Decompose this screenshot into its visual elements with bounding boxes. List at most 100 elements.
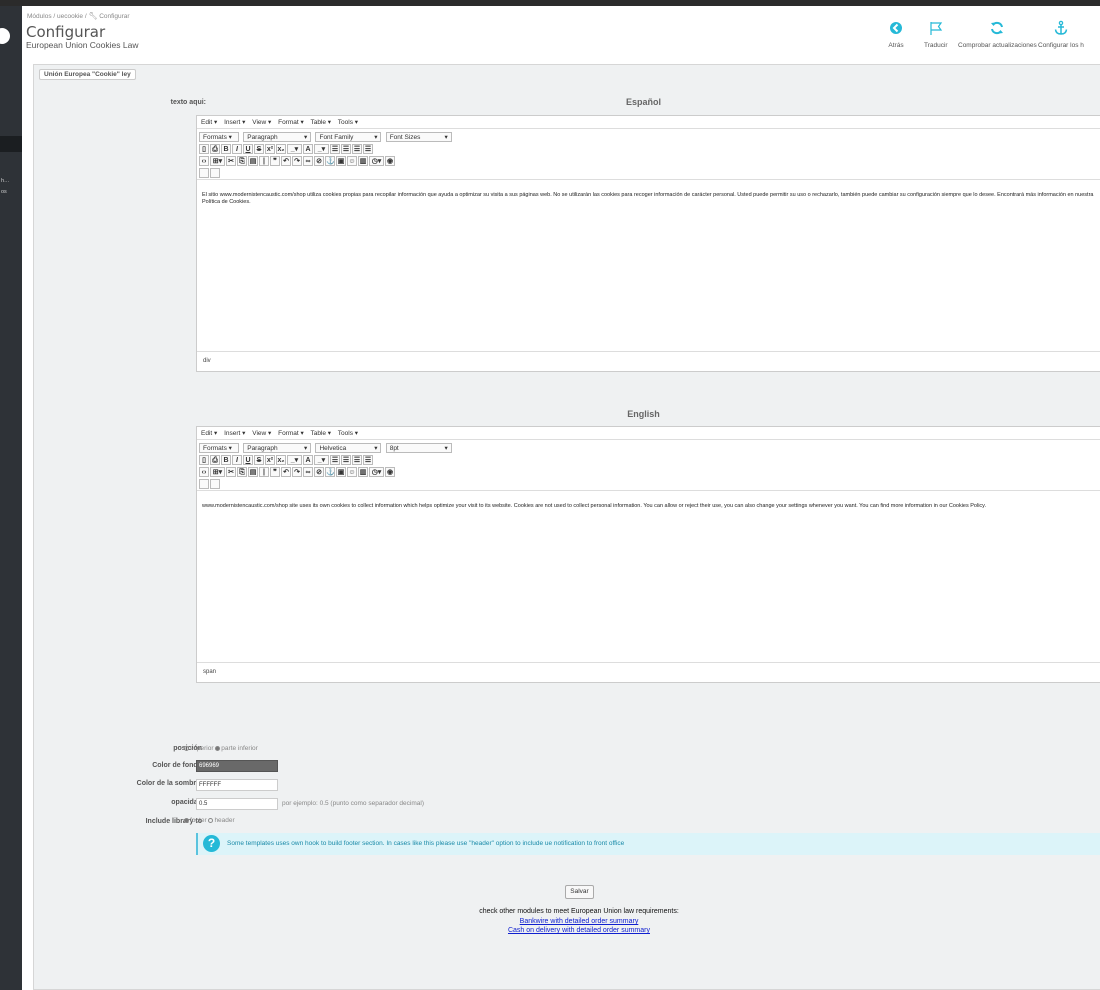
menu-view[interactable]: View ▾ [252,119,271,126]
position-inferior-radio[interactable] [215,745,221,751]
media-icon[interactable]: ▥ [358,467,368,477]
menu-table[interactable]: Table ▾ [310,430,331,437]
indent-icon[interactable]: ☰ [363,144,373,154]
indent-icon[interactable]: ☰ [363,455,373,465]
unlink-icon[interactable]: ⊘ [314,467,324,477]
sidebar-item-1[interactable]: h… [1,178,22,184]
redo-icon[interactable]: ↷ [292,156,302,166]
save-button[interactable]: Salvar [565,885,594,899]
include-footer-radio[interactable] [184,817,189,823]
editor-content-en[interactable]: www.modernistencaustic.com/shop site use… [197,490,1100,662]
time-icon[interactable]: ◷▾ [369,156,384,166]
sidebar-active-item[interactable] [0,136,22,152]
formats-dropdown[interactable]: Formats ▾ [199,132,239,142]
superscript-icon[interactable]: x² [265,455,275,465]
cut-icon[interactable]: ✂ [226,467,236,477]
menu-tools[interactable]: Tools ▾ [338,430,358,437]
subscript-icon[interactable]: x₂ [276,144,286,154]
time-icon[interactable]: ◷▾ [369,467,384,477]
table-icon[interactable]: ⊞▾ [210,467,225,477]
ltr-icon[interactable] [199,168,209,178]
code-icon[interactable]: ‹› [199,467,209,477]
font-family-dropdown[interactable]: Helvetica ▾ [315,443,382,453]
new-doc-icon[interactable]: ▯ [199,455,209,465]
anchor-icon[interactable]: ⚓ [325,156,335,166]
quote-icon[interactable]: ❞ [270,467,280,477]
underline-icon[interactable]: U [243,144,253,154]
code-icon[interactable]: ‹› [199,156,209,166]
sidebar-item-2[interactable]: os [1,189,22,195]
bullet-list-icon[interactable]: ☰ [330,455,340,465]
cod-link[interactable]: Cash on delivery with detailed order sum… [464,927,694,934]
copy-icon[interactable]: ⎘ [237,156,247,166]
menu-edit[interactable]: Edit ▾ [201,119,217,126]
opacity-input[interactable]: 0.5 [196,798,278,810]
redo-icon[interactable]: ↷ [292,467,302,477]
copy-icon[interactable]: ⎘ [237,467,247,477]
translate-button[interactable]: Traducir [924,20,948,49]
quote-icon[interactable]: ❞ [270,156,280,166]
configure-hooks-button[interactable]: Configurar los h [1038,20,1084,49]
numbered-list-icon[interactable]: ☰ [341,455,351,465]
link-icon[interactable]: ∞ [303,467,313,477]
menu-format[interactable]: Format ▾ [278,119,304,126]
outdent-icon[interactable]: ☰ [352,455,362,465]
italic-icon[interactable]: I [232,144,242,154]
menu-edit[interactable]: Edit ▾ [201,430,217,437]
cut-icon[interactable]: ✂ [226,156,236,166]
cursor-icon[interactable]: | [259,156,269,166]
font-family-dropdown[interactable]: Font Family ▾ [315,132,382,142]
rtl-icon[interactable] [210,479,220,489]
block-dropdown[interactable]: Paragraph ▾ [243,443,312,453]
paste-icon[interactable]: ▤ [248,156,258,166]
formats-dropdown[interactable]: Formats ▾ [199,443,239,453]
bullet-list-icon[interactable]: ☰ [330,144,340,154]
image-icon[interactable]: ▣ [336,467,346,477]
menu-table[interactable]: Table ▾ [310,119,331,126]
include-header-radio[interactable] [208,817,214,823]
preview-icon[interactable]: ◉ [385,156,395,166]
menu-format[interactable]: Format ▾ [278,430,304,437]
strikethrough-icon[interactable]: S [254,455,264,465]
menu-tools[interactable]: Tools ▾ [338,119,358,126]
subscript-icon[interactable]: x₂ [276,455,286,465]
font-size-dropdown[interactable]: Font Sizes ▾ [385,132,452,142]
position-superior-radio[interactable] [184,745,189,751]
outdent-icon[interactable]: ☰ [352,144,362,154]
print-icon[interactable]: ⎙ [210,144,220,154]
bg-color-icon[interactable]: _▾ [287,144,302,154]
italic-icon[interactable]: I [232,455,242,465]
undo-icon[interactable]: ↶ [281,467,291,477]
underline-icon[interactable]: U [243,455,253,465]
text-color-icon[interactable]: A [303,455,313,465]
menu-insert[interactable]: Insert ▾ [224,430,245,437]
bg-color-input[interactable]: 696969 [196,760,278,772]
print-icon[interactable]: ⎙ [210,455,220,465]
ltr-icon[interactable] [199,479,209,489]
text-color-icon[interactable]: A [303,144,313,154]
check-updates-button[interactable]: Comprobar actualizaciones [958,20,1037,49]
bold-icon[interactable]: B [221,455,231,465]
rtl-icon[interactable] [210,168,220,178]
preview-icon[interactable]: ◉ [385,467,395,477]
paste-icon[interactable]: ▤ [248,467,258,477]
table-icon[interactable]: ⊞▾ [210,156,225,166]
bold-icon[interactable]: B [221,144,231,154]
numbered-list-icon[interactable]: ☰ [341,144,351,154]
cursor-icon[interactable]: | [259,467,269,477]
unlink-icon[interactable]: ⊘ [314,156,324,166]
new-doc-icon[interactable]: ▯ [199,144,209,154]
emoticon-icon[interactable]: ☺ [347,467,357,477]
breadcrumb-module[interactable]: uecookie [57,13,83,20]
emoticon-icon[interactable]: ☺ [347,156,357,166]
back-button[interactable]: Atrás [888,20,904,49]
menu-view[interactable]: View ▾ [252,430,271,437]
strikethrough-icon[interactable]: S [254,144,264,154]
link-icon[interactable]: ∞ [303,156,313,166]
shadow-color-input[interactable]: FFFFFF [196,779,278,791]
editor-content-es[interactable]: El sitio www.modernistencaustic.com/shop… [197,179,1100,351]
menu-insert[interactable]: Insert ▾ [224,119,245,126]
font-size-dropdown[interactable]: 8pt ▾ [385,443,452,453]
text-color-dropdown-icon[interactable]: _▾ [314,144,329,154]
bg-color-icon[interactable]: _▾ [287,455,302,465]
